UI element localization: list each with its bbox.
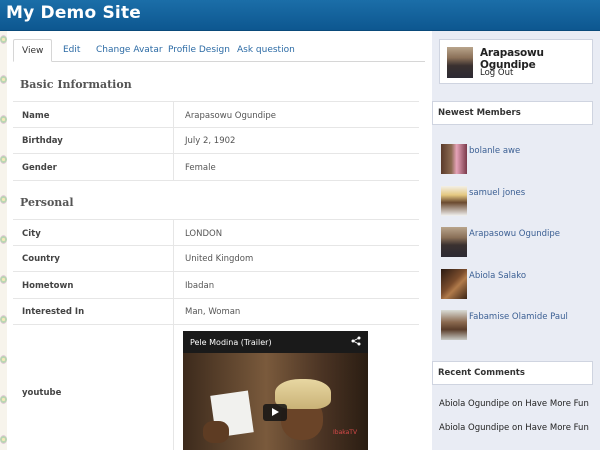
comment-author-link[interactable]: Abiola Ogundipe — [439, 399, 509, 409]
site-header: My Demo Site — [0, 0, 600, 31]
tab-profile-design[interactable]: Profile Design — [168, 39, 230, 62]
member-name-link[interactable]: Fabamise Olamide Paul — [469, 312, 568, 322]
member-avatar[interactable] — [441, 144, 467, 174]
section-personal: Personal — [20, 196, 74, 209]
member-name-link[interactable]: Arapasowu Ogundipe — [469, 229, 560, 239]
hometown-label: Hometown — [22, 281, 74, 291]
interested-in-label: Interested In — [22, 307, 85, 317]
city-value: LONDON — [185, 229, 223, 239]
comment-post-link[interactable]: Have More Fun — [525, 423, 589, 433]
row-name: Name Arapasowu Ogundipe — [13, 101, 419, 128]
row-interested-in: Interested In Man, Woman — [13, 299, 419, 325]
hometown-value: Ibadan — [185, 281, 215, 291]
member-name-link[interactable]: Abiola Salako — [469, 271, 526, 281]
gender-value: Female — [185, 163, 216, 173]
profile-tabs: View Edit Change Avatar Profile Design A… — [13, 39, 425, 62]
member-name-link[interactable]: bolanle awe — [469, 146, 520, 156]
member-item[interactable]: Abiola Salako — [441, 269, 591, 301]
play-icon[interactable] — [263, 404, 287, 421]
country-value: United Kingdom — [185, 254, 254, 264]
video-watermark: IbakaTV — [333, 429, 358, 436]
member-avatar[interactable] — [441, 227, 467, 257]
member-name-link[interactable]: samuel jones — [469, 188, 525, 198]
member-item[interactable]: bolanle awe — [441, 144, 591, 176]
user-avatar[interactable] — [447, 47, 473, 78]
member-item[interactable]: Arapasowu Ogundipe — [441, 227, 591, 259]
row-city: City LONDON — [13, 219, 419, 246]
member-item[interactable]: samuel jones — [441, 186, 591, 218]
hand-shape — [203, 421, 229, 443]
member-avatar[interactable] — [441, 269, 467, 299]
birthday-value: July 2, 1902 — [185, 136, 236, 146]
gender-label: Gender — [22, 163, 57, 173]
name-value: Arapasowu Ogundipe — [185, 111, 277, 121]
tab-change-avatar[interactable]: Change Avatar — [96, 39, 163, 62]
sidebar: Arapasowu Ogundipe Log Out Newest Member… — [432, 31, 600, 450]
row-gender: Gender Female — [13, 154, 419, 181]
newest-members-heading: Newest Members — [432, 101, 593, 125]
recent-comments-heading: Recent Comments — [432, 361, 593, 385]
city-label: City — [22, 229, 41, 239]
tab-ask-question[interactable]: Ask question — [237, 39, 295, 62]
logout-link[interactable]: Log Out — [480, 68, 513, 78]
youtube-video-player[interactable]: Pele Modina (Trailer) IbakaTV — [183, 331, 368, 450]
current-user-box: Arapasowu Ogundipe Log Out — [439, 39, 593, 84]
member-item[interactable]: Fabamise Olamide Paul — [441, 310, 591, 342]
row-hometown: Hometown Ibadan — [13, 272, 419, 299]
comment-on-text: on — [512, 399, 526, 409]
name-label: Name — [22, 111, 50, 121]
interested-in-value: Man, Woman — [185, 307, 241, 317]
country-label: Country — [22, 254, 60, 264]
tab-edit[interactable]: Edit — [63, 39, 80, 62]
site-title[interactable]: My Demo Site — [6, 3, 141, 23]
comment-author-link[interactable]: Abiola Ogundipe — [439, 423, 509, 433]
comment-on-text: on — [512, 423, 526, 433]
video-title[interactable]: Pele Modina (Trailer) — [190, 338, 272, 347]
tab-view[interactable]: View — [13, 39, 53, 62]
profile-main: View Edit Change Avatar Profile Design A… — [7, 31, 425, 450]
comment-item: Abiola Ogundipe on Have More Fun — [439, 399, 589, 409]
video-thumbnail[interactable]: IbakaTV — [183, 353, 368, 450]
share-icon[interactable] — [351, 336, 361, 346]
birthday-label: Birthday — [22, 136, 63, 146]
member-avatar[interactable] — [441, 310, 467, 340]
row-country: Country United Kingdom — [13, 246, 419, 272]
comment-item: Abiola Ogundipe on Have More Fun — [439, 423, 589, 433]
row-birthday: Birthday July 2, 1902 — [13, 128, 419, 154]
youtube-label: youtube — [22, 388, 62, 398]
decorative-border — [0, 31, 7, 450]
comment-post-link[interactable]: Have More Fun — [525, 399, 589, 409]
member-avatar[interactable] — [441, 186, 467, 216]
section-basic-information: Basic Information — [20, 78, 132, 91]
